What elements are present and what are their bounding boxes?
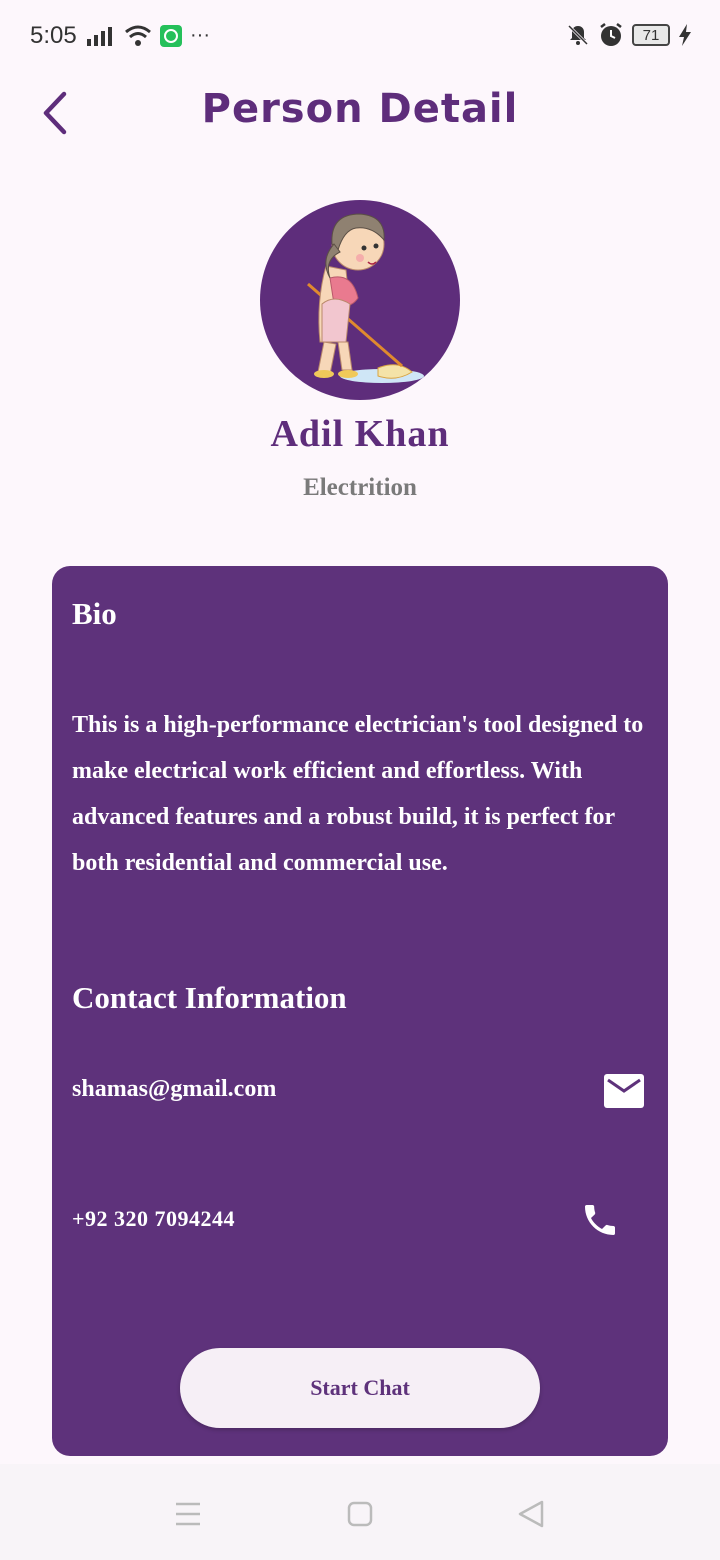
page-title: Person Detail: [201, 86, 519, 132]
status-right-icons: 71: [566, 22, 692, 48]
status-bar: 5:05 ··· 71: [0, 0, 720, 72]
bio-text: This is a high-performance electrician's…: [72, 712, 644, 876]
battery-icon: 71: [632, 24, 670, 46]
phone-icon: [585, 1205, 615, 1235]
bio-title: Bio: [72, 596, 117, 631]
header: Person Detail: [0, 82, 720, 142]
cleaning-girl-illustration: [307, 213, 424, 383]
recents-button[interactable]: [168, 1494, 208, 1534]
email-text: shamas@gmail.com: [72, 1076, 277, 1102]
more-notifications-icon: ···: [190, 24, 210, 46]
menu-icon: [176, 1502, 200, 1526]
avatar: [260, 200, 460, 400]
wifi-icon: [125, 25, 151, 46]
notifications-off-icon: [567, 24, 589, 46]
mail-icon: [604, 1074, 644, 1108]
signal-icon: [87, 26, 112, 46]
person-profession: Electrition: [303, 474, 417, 501]
system-navigation-bar: [0, 1464, 720, 1560]
status-left-icons: ···: [86, 24, 210, 47]
email-button[interactable]: [604, 1074, 644, 1108]
whatsapp-notification-icon: [160, 24, 182, 47]
status-time: 5:05: [30, 22, 77, 49]
charging-icon: [679, 24, 691, 46]
battery-level: 71: [642, 26, 660, 44]
contact-title: Contact Information: [72, 980, 347, 1015]
phone-text: +92 320 7094244: [72, 1206, 236, 1231]
call-button[interactable]: [580, 1200, 620, 1240]
home-square-icon: [347, 1501, 373, 1527]
person-name: Adil Khan: [270, 413, 450, 455]
details-card: Bio This is a high-performance electrici…: [52, 566, 668, 1456]
alarm-icon: [600, 23, 622, 46]
back-triangle-icon: [518, 1500, 544, 1528]
system-back-button[interactable]: [512, 1494, 552, 1534]
home-button[interactable]: [340, 1494, 380, 1534]
start-chat-button[interactable]: Start Chat: [180, 1348, 540, 1428]
